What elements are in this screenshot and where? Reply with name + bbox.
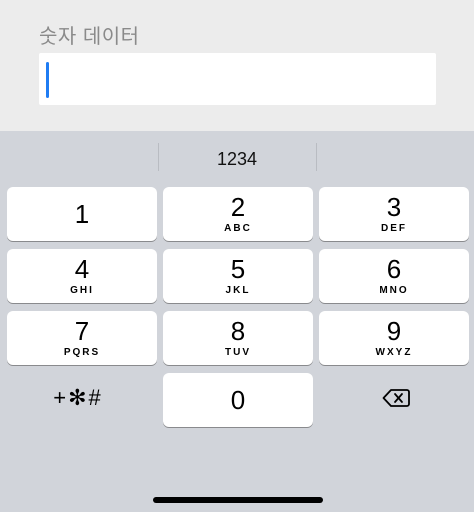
key-4[interactable]: 4 GHI [7,249,157,303]
key-letters: GHI [70,285,94,296]
key-digit: 7 [74,316,90,346]
key-letters: ABC [224,223,252,234]
number-pad: 1234 1 2 ABC 3 DEF 4 GHI 5 JKL 6 MNO 7 P… [0,131,474,512]
key-digit: 6 [386,254,402,284]
key-digit: 5 [230,254,246,284]
key-digit: 3 [386,192,402,222]
key-letters: WXYZ [375,347,413,358]
key-letters: JKL [225,285,251,296]
key-5[interactable]: 5 JKL [163,249,313,303]
delete-key[interactable] [321,371,471,425]
input-area: 숫자 데이터 [0,0,474,131]
number-input[interactable] [39,53,436,105]
symbols-key[interactable]: +✻# [3,371,153,425]
key-letters: TUV [225,347,251,358]
key-1[interactable]: 1 [7,187,157,241]
backspace-icon [382,389,410,407]
suggestion-item[interactable]: 1234 [158,131,316,187]
key-8[interactable]: 8 TUV [163,311,313,365]
key-digit: 2 [230,192,246,222]
field-label: 숫자 데이터 [39,26,140,48]
suggestion-divider [316,143,317,171]
key-letters: MNO [379,285,409,296]
home-indicator[interactable] [153,497,323,503]
key-digit: 8 [230,316,246,346]
key-6[interactable]: 6 MNO [319,249,469,303]
key-letters: PQRS [63,347,101,358]
key-digit: 4 [74,254,90,284]
key-digit: 1 [74,199,90,229]
key-7[interactable]: 7 PQRS [7,311,157,365]
key-9[interactable]: 9 WXYZ [319,311,469,365]
key-3[interactable]: 3 DEF [319,187,469,241]
key-digit: 9 [386,316,402,346]
key-0[interactable]: 0 [163,373,313,427]
key-2[interactable]: 2 ABC [163,187,313,241]
key-letters: DEF [381,223,407,234]
key-digit: 0 [230,385,246,415]
suggestion-bar: 1234 [0,131,474,181]
text-cursor [46,62,49,98]
